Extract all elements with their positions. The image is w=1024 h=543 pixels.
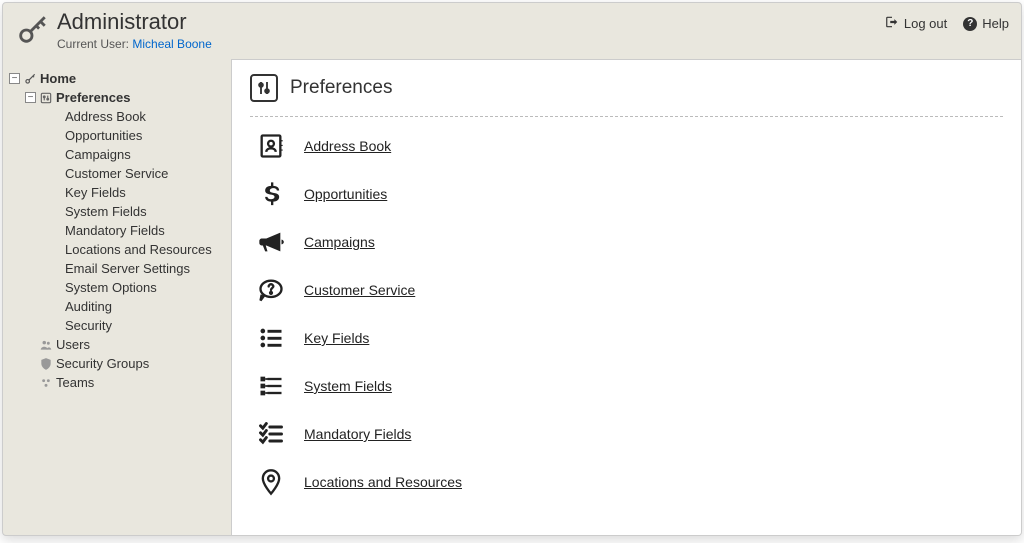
pref-link: Customer Service [304, 282, 415, 298]
header-left: Administrator Current User: Micheal Boon… [15, 9, 885, 51]
pref-item-mandatory-fields[interactable]: Mandatory Fields [256, 419, 1003, 449]
main-content: Preferences Address Book Opportu [231, 59, 1021, 535]
sidebar-item-campaigns[interactable]: Campaigns [65, 145, 225, 164]
megaphone-icon [256, 227, 286, 257]
sliders-icon [39, 91, 53, 105]
help-label: Help [982, 16, 1009, 31]
preferences-children: Address Book Opportunities Campaigns Cus… [9, 107, 225, 335]
pref-item-campaigns[interactable]: Campaigns [256, 227, 1003, 257]
key-icon [15, 13, 49, 47]
header: Administrator Current User: Micheal Boon… [3, 3, 1021, 59]
tree-label-security-groups: Security Groups [56, 356, 149, 371]
pref-link: Campaigns [304, 234, 375, 250]
divider [250, 116, 1003, 117]
tree-item-security-groups[interactable]: Security Groups [9, 354, 225, 373]
sidebar-item-mandatory-fields[interactable]: Mandatory Fields [65, 221, 225, 240]
pref-link: Address Book [304, 138, 391, 154]
tree-item-preferences[interactable]: − Preferences [9, 88, 225, 107]
tree-label-users: Users [56, 337, 90, 352]
current-user: Current User: Micheal Boone [57, 37, 212, 51]
sidebar-item-opportunities[interactable]: Opportunities [65, 126, 225, 145]
tree-label-preferences: Preferences [56, 90, 130, 105]
help-button[interactable]: ? Help [963, 16, 1009, 31]
logout-icon [885, 15, 899, 32]
team-icon [39, 376, 53, 390]
shield-icon [39, 357, 53, 371]
sidebar-item-key-fields[interactable]: Key Fields [65, 183, 225, 202]
list-icon [256, 323, 286, 353]
sidebar-item-locations-resources[interactable]: Locations and Resources [65, 240, 225, 259]
pref-item-key-fields[interactable]: Key Fields [256, 323, 1003, 353]
sidebar: − Home − Preferences Address Book Opport… [3, 59, 231, 535]
tree-item-teams[interactable]: Teams [9, 373, 225, 392]
tree-item-home[interactable]: − Home [9, 69, 225, 88]
tree-label-home: Home [40, 71, 76, 86]
sidebar-item-address-book[interactable]: Address Book [65, 107, 225, 126]
sidebar-item-email-server-settings[interactable]: Email Server Settings [65, 259, 225, 278]
users-icon [39, 338, 53, 352]
sidebar-item-system-options[interactable]: System Options [65, 278, 225, 297]
question-bubble-icon [256, 275, 286, 305]
help-icon: ? [963, 17, 977, 31]
pref-item-address-book[interactable]: Address Book [256, 131, 1003, 161]
main-title: Preferences [290, 77, 392, 99]
pref-link: Locations and Resources [304, 474, 462, 490]
preferences-list: Address Book Opportunities Campaigns [250, 131, 1003, 497]
pref-item-opportunities[interactable]: Opportunities [256, 179, 1003, 209]
tree-item-users[interactable]: Users [9, 335, 225, 354]
collapse-icon[interactable]: − [25, 92, 36, 103]
system-fields-icon [256, 371, 286, 401]
pref-item-locations-resources[interactable]: Locations and Resources [256, 467, 1003, 497]
pref-item-customer-service[interactable]: Customer Service [256, 275, 1003, 305]
collapse-icon[interactable]: − [9, 73, 20, 84]
logout-label: Log out [904, 16, 947, 31]
pref-item-system-fields[interactable]: System Fields [256, 371, 1003, 401]
current-user-link[interactable]: Micheal Boone [132, 37, 211, 51]
tree-label-teams: Teams [56, 375, 94, 390]
header-right: Log out ? Help [885, 9, 1009, 32]
pref-link: Mandatory Fields [304, 426, 411, 442]
sidebar-item-auditing[interactable]: Auditing [65, 297, 225, 316]
sidebar-item-security[interactable]: Security [65, 316, 225, 335]
current-user-label: Current User: [57, 37, 129, 51]
checklist-icon [256, 419, 286, 449]
location-icon [256, 467, 286, 497]
address-book-icon [256, 131, 286, 161]
dollar-icon [256, 179, 286, 209]
sliders-icon [250, 74, 278, 102]
main-header: Preferences [250, 74, 1003, 112]
pref-link: Opportunities [304, 186, 387, 202]
app-window: Administrator Current User: Micheal Boon… [2, 2, 1022, 536]
sidebar-item-system-fields[interactable]: System Fields [65, 202, 225, 221]
pref-link: Key Fields [304, 330, 369, 346]
body: − Home − Preferences Address Book Opport… [3, 59, 1021, 535]
logout-button[interactable]: Log out [885, 15, 947, 32]
key-icon [23, 72, 37, 86]
pref-link: System Fields [304, 378, 392, 394]
page-title: Administrator [57, 9, 212, 35]
sidebar-item-customer-service[interactable]: Customer Service [65, 164, 225, 183]
